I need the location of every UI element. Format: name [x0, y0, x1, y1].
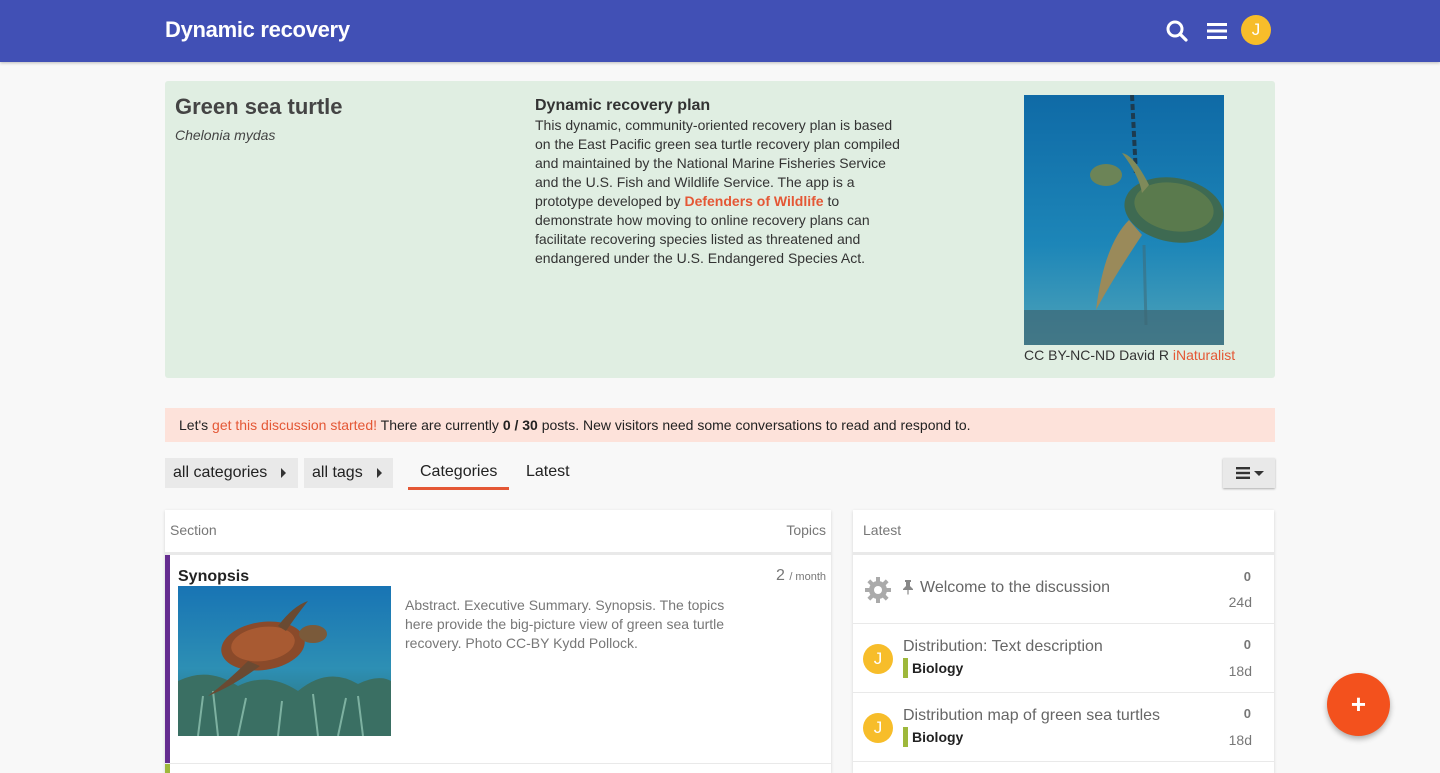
site-header: Dynamic recovery J — [0, 0, 1440, 62]
topic-age[interactable]: 18d — [1229, 732, 1252, 748]
topic-age[interactable]: 24d — [1229, 594, 1252, 610]
category-badge-label: Biology — [912, 660, 964, 676]
start-discussion-link[interactable]: get this discussion started! — [212, 417, 377, 433]
next-category-stripe — [165, 764, 170, 773]
discussion-alert: Let's get this discussion started! There… — [165, 408, 1275, 442]
categories-table: Section Topics Synopsis Abstract. Execut… — [165, 510, 831, 773]
category-row: Synopsis Abstract. Executive Summary. Sy… — [165, 555, 831, 763]
view-options-button[interactable] — [1223, 458, 1275, 488]
species-banner: Green sea turtle Chelonia mydas Dynamic … — [165, 81, 1275, 378]
topic-post-count: 0 — [1243, 569, 1251, 584]
topics-per-month: 2 / month — [776, 567, 826, 585]
latest-heading: Latest — [863, 522, 902, 538]
caret-right-icon — [281, 468, 287, 478]
topic-post-count: 0 — [1243, 706, 1251, 721]
category-badge-label: Biology — [912, 729, 964, 745]
new-topic-fab-button[interactable]: + — [1327, 673, 1390, 736]
categories-dropdown[interactable]: all categories — [165, 458, 298, 488]
search-icon[interactable] — [1162, 16, 1192, 46]
tags-dropdown-label: all tags — [312, 464, 363, 481]
latest-topic-item[interactable]: J Distribution: Text description Biology… — [853, 624, 1274, 693]
photo-credit-text: CC BY-NC-ND David R — [1024, 347, 1169, 363]
alert-suffix: posts. New visitors need some conversati… — [537, 417, 971, 433]
category-photo[interactable] — [178, 586, 391, 736]
alert-middle: There are currently — [377, 417, 503, 433]
topics-unit: / month — [789, 571, 826, 583]
hamburger-menu-icon[interactable] — [1202, 16, 1232, 46]
alert-prefix: Let's — [179, 417, 213, 433]
topic-age[interactable]: 18d — [1229, 663, 1252, 679]
post-count: 0 / 30 — [502, 417, 538, 433]
topic-title[interactable]: Welcome to the discussion — [920, 579, 1110, 597]
plan-description: This dynamic, community-oriented recover… — [535, 116, 905, 268]
gear-icon — [863, 575, 893, 605]
user-avatar[interactable]: J — [863, 644, 893, 674]
pin-icon — [902, 579, 914, 600]
categories-dropdown-label: all categories — [173, 464, 268, 481]
category-badge[interactable]: Biology — [903, 658, 963, 678]
latest-topic-item[interactable]: J Distribution map of green sea turtles … — [853, 693, 1274, 762]
user-avatar[interactable]: J — [1241, 15, 1271, 45]
turtle-photo — [1024, 95, 1224, 345]
caret-right-icon — [376, 468, 382, 478]
category-description: Abstract. Executive Summary. Synopsis. T… — [405, 597, 725, 651]
inaturalist-link[interactable]: iNaturalist — [1173, 347, 1235, 363]
photo-credit: CC BY-NC-ND David R iNaturalist — [1024, 347, 1235, 363]
row-divider — [165, 763, 831, 764]
category-badge[interactable]: Biology — [903, 727, 963, 747]
tags-dropdown[interactable]: all tags — [304, 458, 393, 488]
category-color-swatch — [903, 727, 908, 747]
topic-post-count: 0 — [1243, 637, 1251, 652]
species-common-name: Green sea turtle — [175, 94, 343, 119]
tab-categories[interactable]: Categories — [408, 458, 509, 490]
defenders-of-wildlife-link[interactable]: Defenders of Wildlife — [684, 193, 823, 209]
topic-title[interactable]: Distribution: Text description — [903, 638, 1103, 656]
category-name[interactable]: Synopsis — [178, 568, 249, 586]
list-icon — [1235, 467, 1250, 479]
tab-latest[interactable]: Latest — [514, 458, 582, 490]
topic-title[interactable]: Distribution map of green sea turtles — [903, 707, 1160, 725]
plan-title: Dynamic recovery plan — [535, 97, 711, 114]
section-column-header: Section — [170, 522, 217, 538]
species-scientific-name: Chelonia mydas — [175, 127, 276, 143]
user-avatar[interactable]: J — [863, 713, 893, 743]
topics-column-header: Topics — [786, 522, 826, 538]
latest-topics-panel: Latest Welcome to the discussion 0 24d J… — [853, 510, 1274, 773]
caret-down-icon — [1253, 470, 1264, 476]
site-title[interactable]: Dynamic recovery — [165, 17, 350, 43]
category-color-swatch — [903, 658, 908, 678]
topics-count: 2 — [775, 567, 785, 584]
latest-topic-item[interactable]: Welcome to the discussion 0 24d — [853, 555, 1274, 624]
